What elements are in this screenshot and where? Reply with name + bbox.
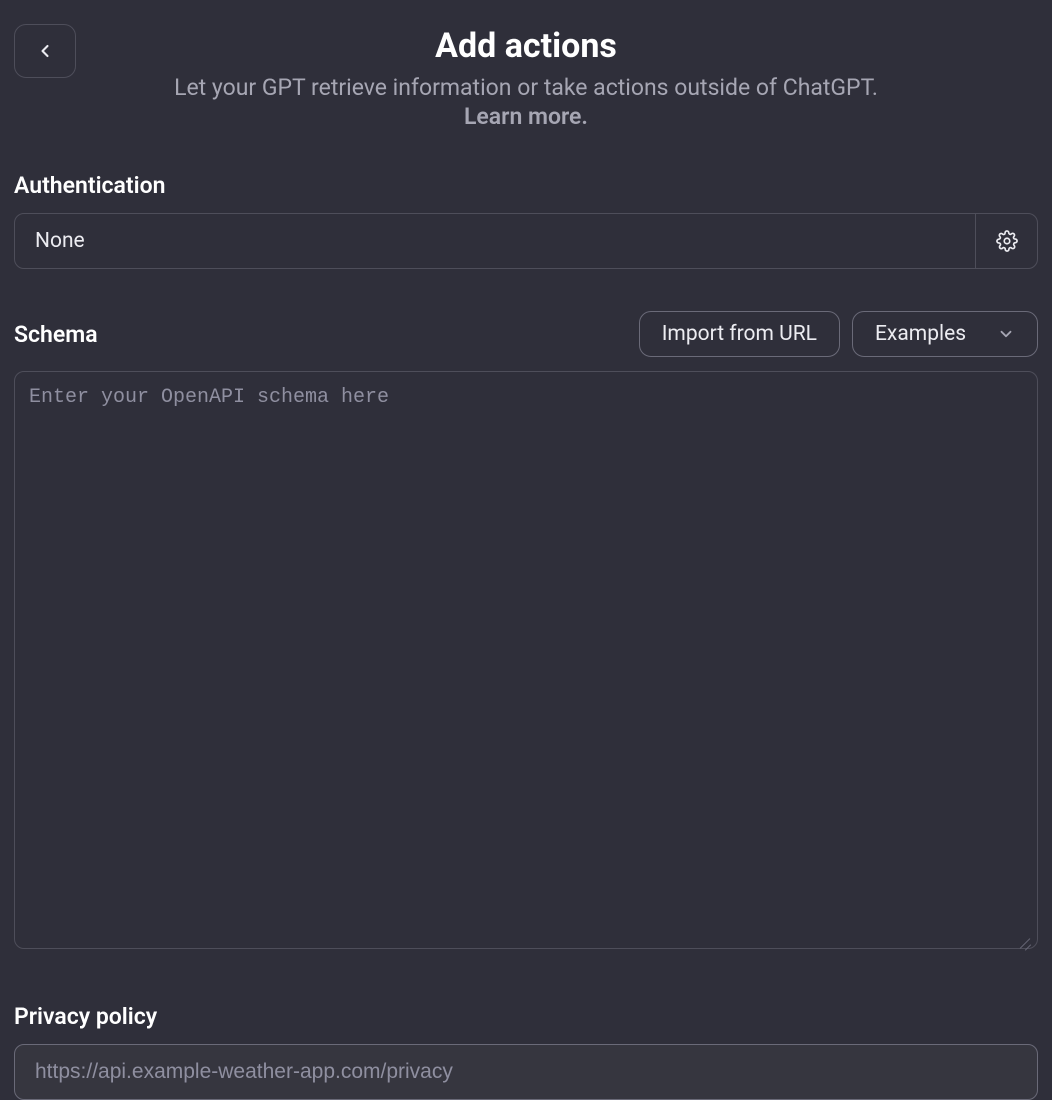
authentication-select[interactable]: None: [15, 214, 975, 268]
page-title: Add actions: [76, 26, 976, 66]
authentication-field: None: [14, 213, 1038, 269]
learn-more-link[interactable]: Learn more.: [464, 103, 588, 130]
authentication-label: Authentication: [14, 172, 1038, 199]
schema-textarea[interactable]: [14, 371, 1038, 949]
schema-label: Schema: [14, 321, 98, 348]
back-button[interactable]: [14, 24, 76, 78]
gear-icon: [996, 230, 1018, 252]
privacy-policy-input[interactable]: [14, 1044, 1038, 1100]
privacy-policy-label: Privacy policy: [14, 1003, 1038, 1030]
page-subtitle: Let your GPT retrieve information or tak…: [76, 72, 976, 103]
examples-dropdown[interactable]: Examples: [852, 311, 1038, 357]
examples-label: Examples: [875, 322, 966, 346]
import-from-url-button[interactable]: Import from URL: [639, 311, 840, 357]
chevron-down-icon: [997, 325, 1015, 343]
chevron-left-icon: [35, 41, 55, 61]
authentication-settings-button[interactable]: [975, 214, 1037, 268]
